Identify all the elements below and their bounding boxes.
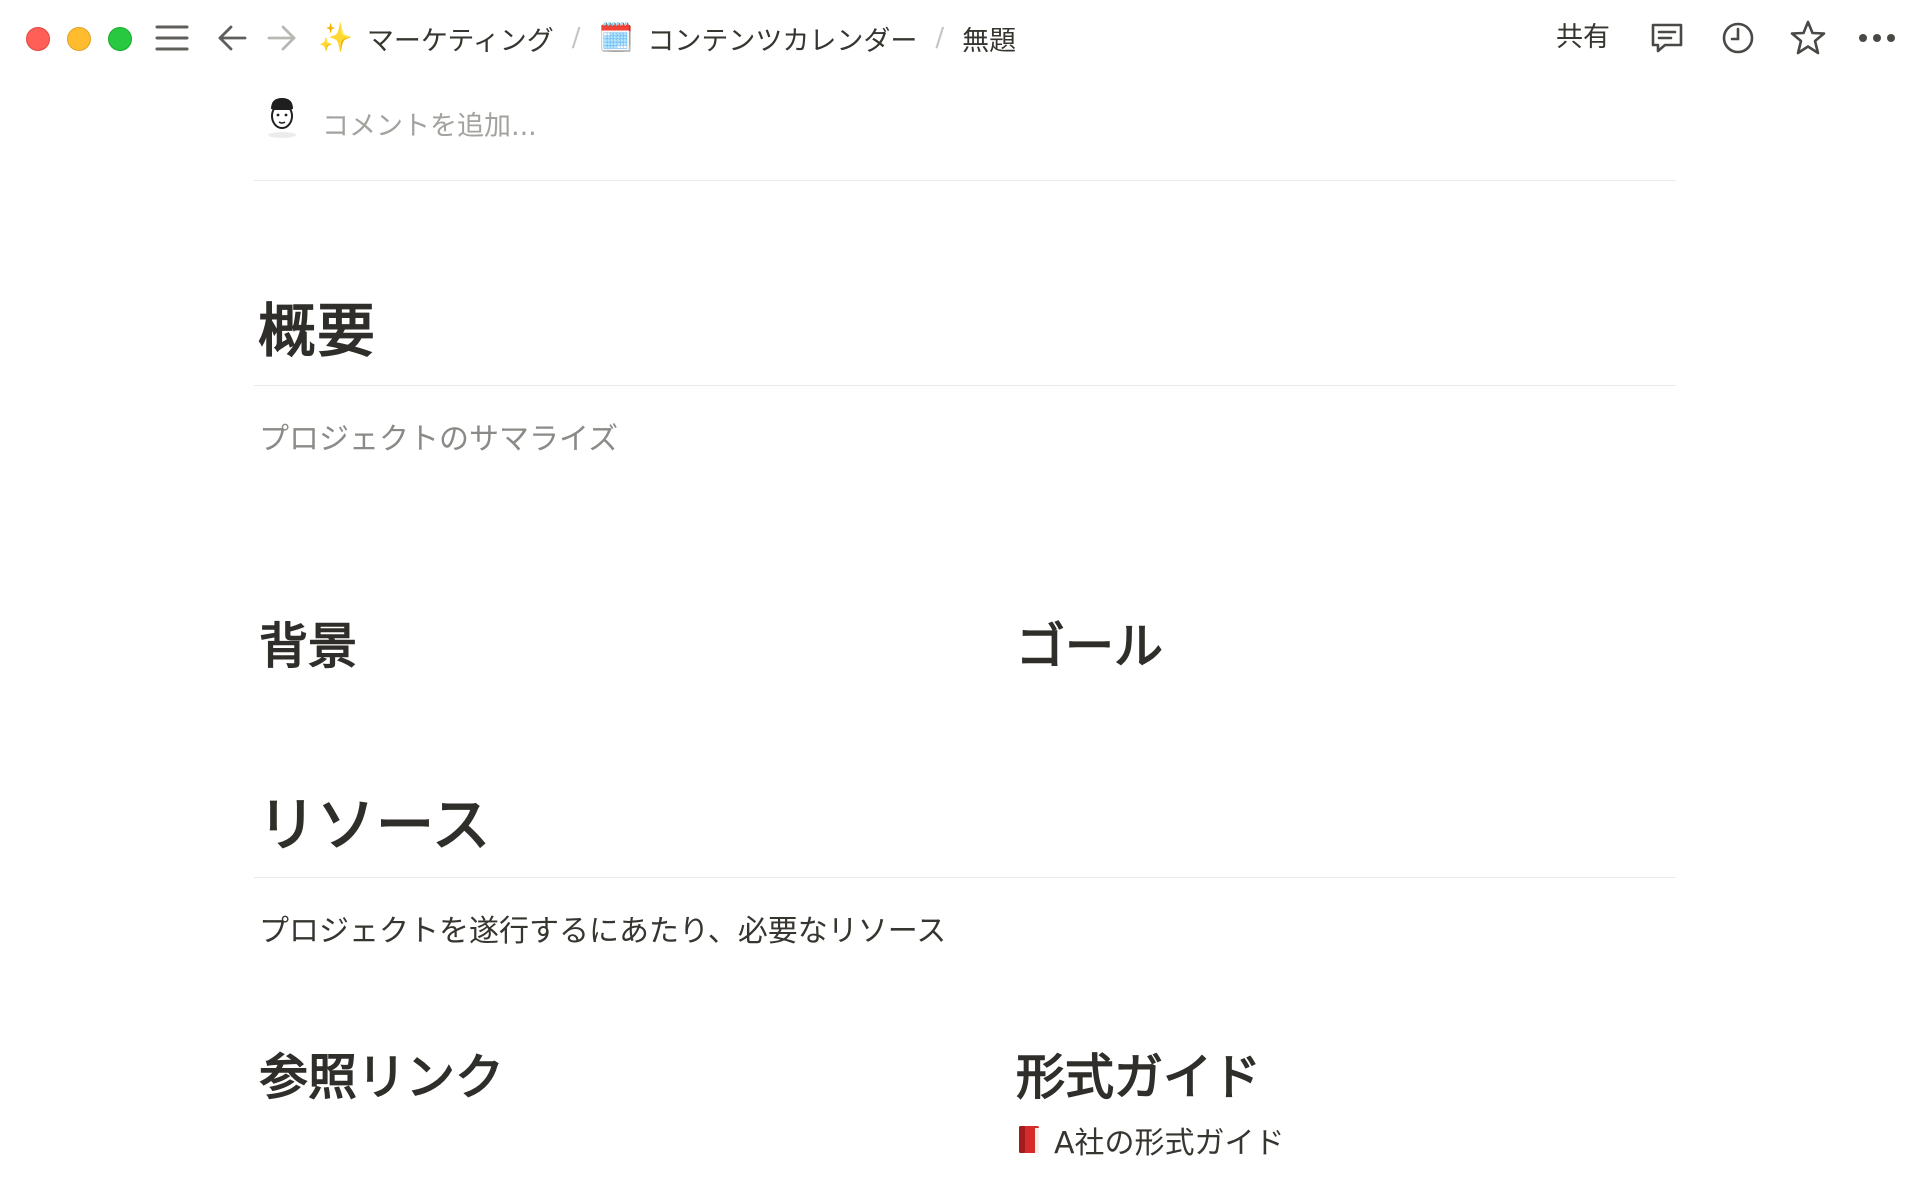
avatar: [262, 95, 302, 139]
clock-icon[interactable]: [1718, 18, 1758, 58]
arrow-right-icon[interactable]: [262, 18, 302, 58]
breadcrumb-label: コンテンツカレンダー: [647, 25, 918, 57]
more-icon[interactable]: [1857, 18, 1897, 58]
comment-icon[interactable]: [1647, 18, 1687, 58]
breadcrumb-separator: /: [935, 23, 945, 53]
breadcrumb-item-untitled[interactable]: 無題: [962, 19, 1016, 58]
close-window-button[interactable]: [26, 27, 50, 51]
style-guide-link[interactable]: A社の形式ガイド: [1016, 1118, 1285, 1162]
style-guide-link-label: A社の形式ガイド: [1054, 1126, 1285, 1161]
calendar-icon: 🗓️: [598, 21, 634, 54]
style-guide-heading: 形式ガイド: [1016, 1049, 1262, 1106]
sparkles-icon: ✨: [318, 21, 353, 54]
share-button[interactable]: 共有: [1556, 18, 1610, 58]
resources-heading: リソース: [258, 791, 492, 859]
divider: [254, 877, 1676, 878]
top-bar: ✨ マーケティング / 🗓️ コンテンツカレンダー / 無題 共有: [0, 0, 1920, 76]
divider: [254, 180, 1676, 181]
breadcrumb-item-marketing[interactable]: ✨ マーケティング: [318, 19, 554, 58]
hamburger-icon[interactable]: [152, 18, 192, 58]
book-icon: [1016, 1124, 1042, 1156]
breadcrumb-label: マーケティング: [366, 25, 554, 57]
star-icon[interactable]: [1788, 18, 1828, 58]
resources-text: プロジェクトを遂行するにあたり、必要なリソース: [259, 914, 947, 949]
window-controls: [26, 27, 132, 51]
background-heading: 背景: [259, 618, 358, 675]
breadcrumb-separator: /: [571, 23, 581, 53]
goal-heading: ゴール: [1016, 618, 1164, 675]
arrow-left-icon[interactable]: [212, 18, 252, 58]
reference-links-heading: 参照リンク: [259, 1049, 505, 1106]
breadcrumb-label: 無題: [962, 25, 1017, 57]
maximize-window-button[interactable]: [108, 27, 132, 51]
overview-text: プロジェクトのサマライズ: [259, 422, 619, 457]
breadcrumb-item-content-calendar[interactable]: 🗓️ コンテンツカレンダー: [598, 19, 917, 58]
divider: [254, 385, 1676, 386]
minimize-window-button[interactable]: [67, 27, 91, 51]
overview-heading: 概要: [258, 297, 377, 365]
comment-input[interactable]: コメントを追加...: [322, 104, 537, 143]
breadcrumb: ✨ マーケティング / 🗓️ コンテンツカレンダー / 無題: [318, 18, 1016, 58]
